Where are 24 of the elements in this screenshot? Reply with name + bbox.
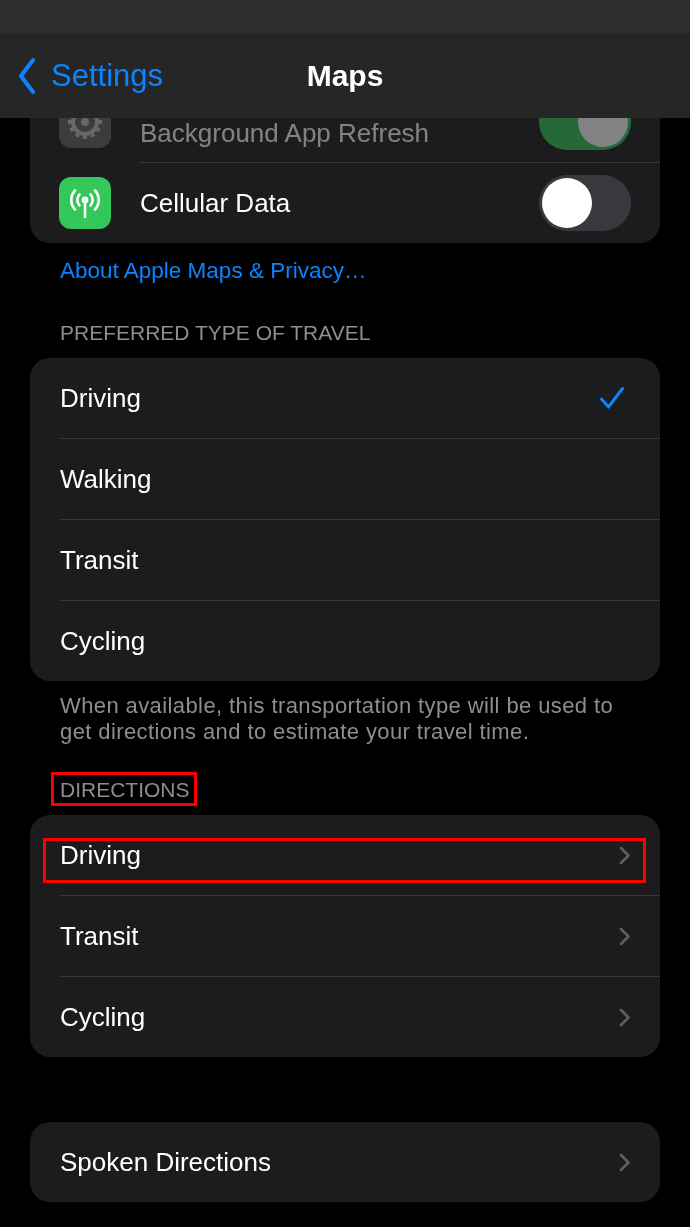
privacy-link[interactable]: About Apple Maps & Privacy… <box>60 258 367 284</box>
chevron-right-icon <box>619 926 631 946</box>
travel-option[interactable]: Walking <box>30 439 660 519</box>
travel-option[interactable]: Driving <box>30 358 660 438</box>
chevron-left-icon <box>17 56 37 95</box>
chevron-right-icon <box>619 1007 631 1027</box>
chevron-right-icon <box>619 1152 631 1172</box>
travel-option[interactable]: Transit <box>30 520 660 600</box>
chevron-right-icon <box>619 845 631 865</box>
toggle-switch[interactable] <box>539 175 631 231</box>
directions-item[interactable]: Driving <box>30 815 660 895</box>
section-footer: When available, this transportation type will be used to get directions and to estimate your travel time. <box>60 693 635 745</box>
page-title: Maps <box>306 58 384 93</box>
section-header: PREFERRED TYPE OF TRAVEL <box>60 320 371 346</box>
spoken-directions-item[interactable]: Spoken Directions <box>30 1122 660 1202</box>
section-header: DIRECTIONS <box>60 777 190 803</box>
directions-item[interactable]: Transit <box>30 896 660 976</box>
back-button[interactable]: Settings <box>17 56 163 95</box>
setting-label: Cellular Data <box>140 189 291 217</box>
gear-icon <box>59 118 111 148</box>
directions-item[interactable]: Cycling <box>30 977 660 1057</box>
antenna-icon <box>59 177 111 229</box>
setting-label: Background App Refresh <box>140 119 430 147</box>
travel-option[interactable]: Cycling <box>30 601 660 681</box>
